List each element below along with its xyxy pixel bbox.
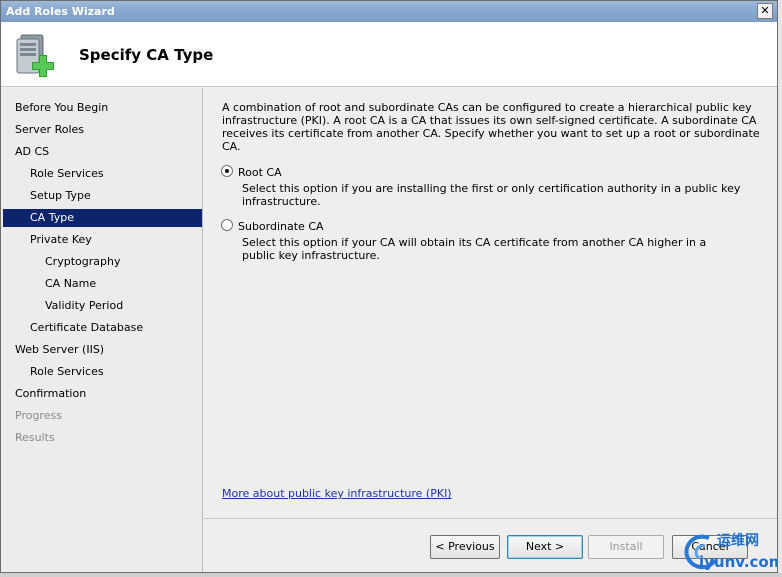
window-title: Add Roles Wizard <box>6 5 115 18</box>
install-button: Install <box>588 535 664 559</box>
sidebar-item-progress: Progress <box>15 409 62 422</box>
close-button[interactable]: ✕ <box>757 3 773 19</box>
site-watermark: 运维网 iyunv.com <box>679 528 778 572</box>
page-header: Specify CA Type <box>1 22 777 87</box>
sidebar-item-role-services[interactable]: Role Services <box>3 165 202 183</box>
ca-type-description: A combination of root and subordinate CA… <box>222 101 760 153</box>
sidebar-item-confirmation[interactable]: Confirmation <box>3 385 202 403</box>
previous-button[interactable]: < Previous <box>430 535 500 559</box>
sidebar-item-ca-name[interactable]: CA Name <box>3 275 202 293</box>
background-window-edge <box>778 0 782 577</box>
title-bar[interactable]: Add Roles Wizard ✕ <box>1 1 777 22</box>
root-ca-help: Select this option if you are installing… <box>242 182 741 208</box>
more-about-pki-link[interactable]: More about public key infrastructure (PK… <box>222 487 452 500</box>
sidebar-item-results: Results <box>15 431 55 444</box>
subordinate-ca-radio[interactable] <box>221 219 233 231</box>
sidebar-item-server-roles[interactable]: Server Roles <box>3 121 202 139</box>
sidebar-item-validity-period[interactable]: Validity Period <box>3 297 202 315</box>
sidebar-item-iis-role-services[interactable]: Role Services <box>3 363 202 381</box>
add-roles-wizard-window: Add Roles Wizard ✕ Specify CA Type Befor… <box>0 0 778 573</box>
sidebar-item-cryptography[interactable]: Cryptography <box>3 253 202 271</box>
page-title: Specify CA Type <box>79 46 214 64</box>
background-window-strip <box>0 573 782 577</box>
server-add-icon <box>16 34 54 77</box>
subordinate-ca-help: Select this option if your CA will obtai… <box>242 236 707 262</box>
next-button[interactable]: Next > <box>507 535 583 559</box>
watermark-domain-text: iyunv.com <box>699 553 778 571</box>
sidebar-item-ad-cs[interactable]: AD CS <box>3 143 202 161</box>
watermark-cn-text: 运维网 <box>717 533 759 549</box>
sidebar-item-web-server-iis[interactable]: Web Server (IIS) <box>3 341 202 359</box>
sidebar-item-setup-type[interactable]: Setup Type <box>3 187 202 205</box>
radio-selected-dot <box>225 169 229 173</box>
subordinate-ca-label[interactable]: Subordinate CA <box>238 220 324 233</box>
sidebar-item-ca-type[interactable]: CA Type <box>3 209 202 227</box>
sidebar-item-private-key[interactable]: Private Key <box>3 231 202 249</box>
wizard-step-list: Before You Begin Server Roles AD CS Role… <box>1 88 203 572</box>
sidebar-item-before-you-begin[interactable]: Before You Begin <box>3 99 202 117</box>
main-content: A combination of root and subordinate CA… <box>204 88 777 518</box>
root-ca-label[interactable]: Root CA <box>238 166 282 179</box>
root-ca-radio[interactable] <box>221 165 233 177</box>
sidebar-item-certificate-database[interactable]: Certificate Database <box>3 319 202 337</box>
